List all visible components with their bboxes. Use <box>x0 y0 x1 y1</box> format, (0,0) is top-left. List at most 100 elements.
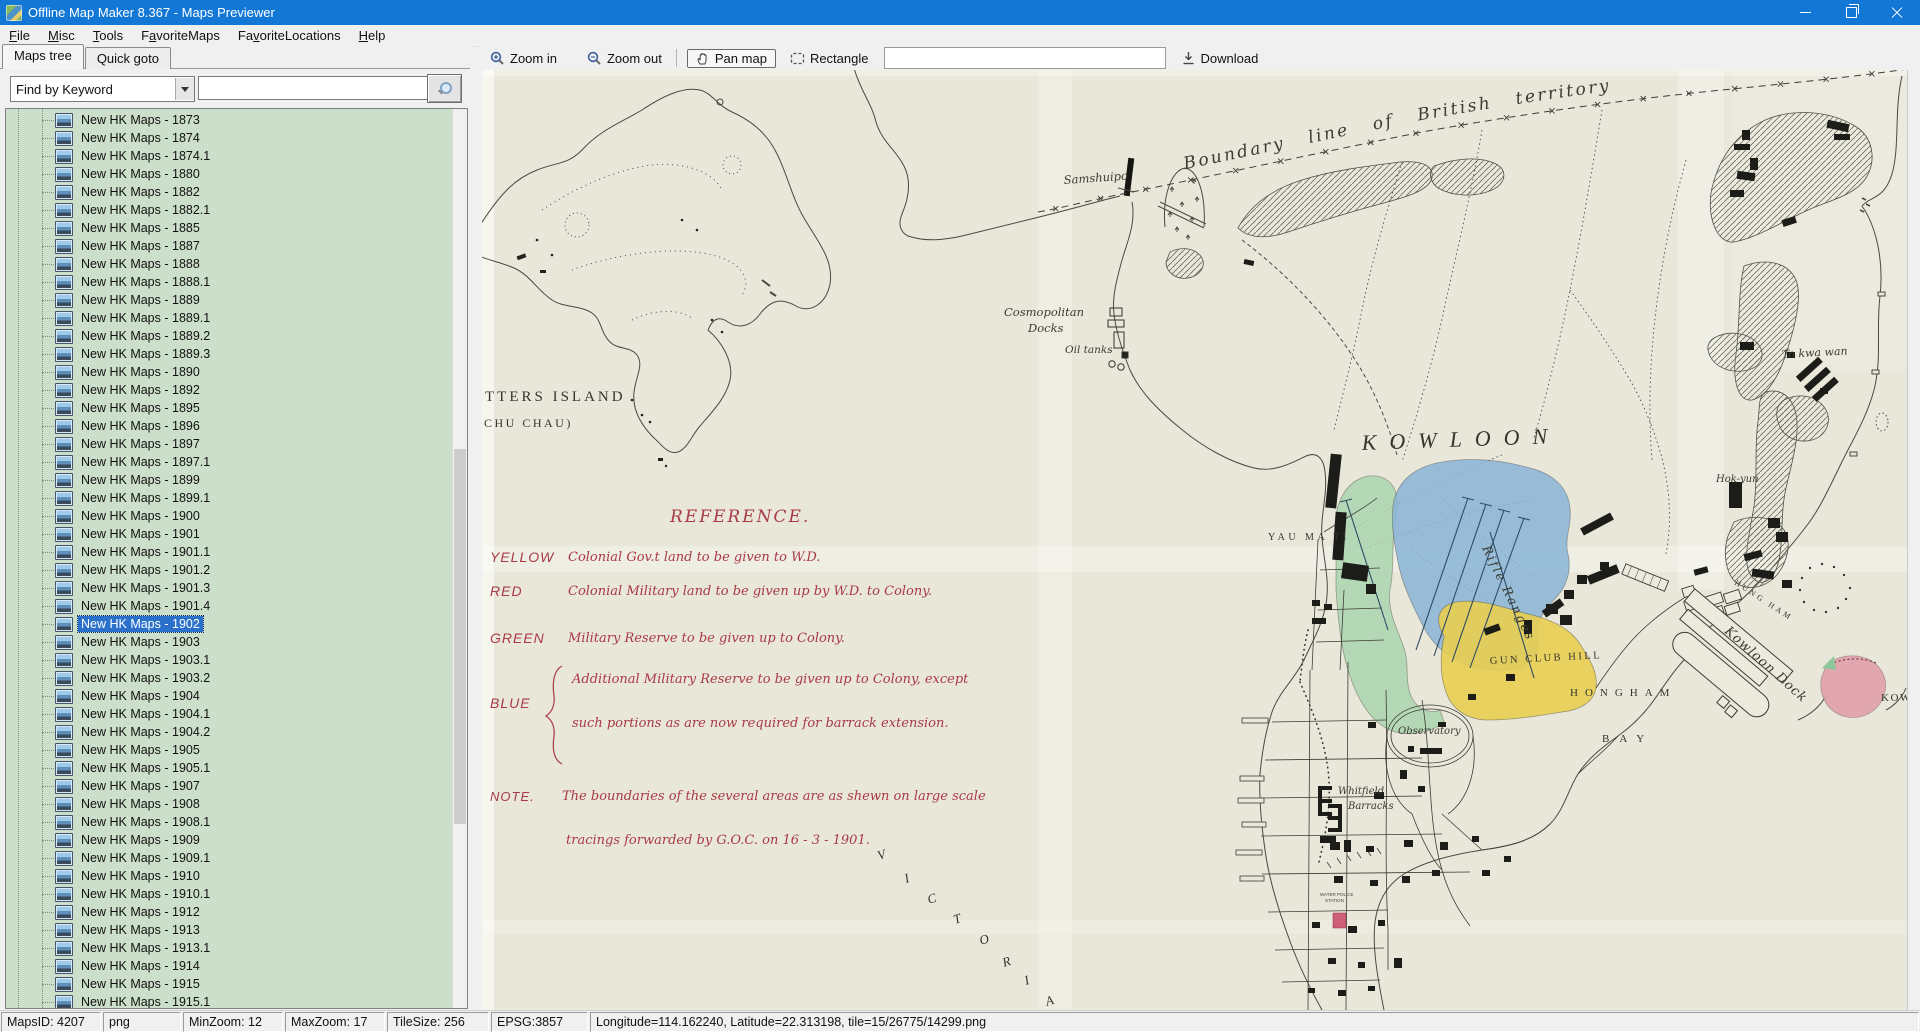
tree-connector <box>42 642 54 643</box>
ref-yellow-key: YELLOW <box>490 549 555 565</box>
tree-connector <box>42 372 54 373</box>
dropdown-button[interactable] <box>175 78 194 100</box>
menu-misc[interactable]: Misc <box>39 26 84 45</box>
tree-item[interactable]: New HK Maps - 1885 <box>6 219 453 237</box>
tree-item[interactable]: New HK Maps - 1899 <box>6 471 453 489</box>
menu-favoritemaps[interactable]: FavoriteMaps <box>132 26 229 45</box>
tree-item[interactable]: New HK Maps - 1873 <box>6 111 453 129</box>
ref-green-key: GREEN <box>490 630 545 646</box>
tree-item[interactable]: New HK Maps - 1896 <box>6 417 453 435</box>
tree-connector <box>42 822 54 823</box>
tree-item[interactable]: New HK Maps - 1888.1 <box>6 273 453 291</box>
map-file-icon <box>55 761 73 776</box>
tree-item[interactable]: New HK Maps - 1913 <box>6 921 453 939</box>
tree-item[interactable]: New HK Maps - 1889 <box>6 291 453 309</box>
label-yau-ma-ti: YAU MA TI <box>1268 532 1350 543</box>
tree-item[interactable]: New HK Maps - 1897 <box>6 435 453 453</box>
map-file-icon <box>55 149 73 164</box>
tree-item[interactable]: New HK Maps - 1901.2 <box>6 561 453 579</box>
map-file-icon <box>55 221 73 236</box>
minimize-button[interactable] <box>1782 0 1828 25</box>
close-button[interactable] <box>1874 0 1920 25</box>
tree-item[interactable]: New HK Maps - 1889.2 <box>6 327 453 345</box>
tab-quick-goto[interactable]: Quick goto <box>85 47 171 69</box>
tree-item[interactable]: New HK Maps - 1874 <box>6 129 453 147</box>
rectangle-button[interactable]: Rectangle <box>784 49 875 68</box>
tab-maps-tree[interactable]: Maps tree <box>2 44 84 69</box>
tree-connector <box>42 408 54 409</box>
tree-item[interactable]: New HK Maps - 1887 <box>6 237 453 255</box>
tree-connector <box>42 966 54 967</box>
tree-item[interactable]: New HK Maps - 1888 <box>6 255 453 273</box>
tree-item[interactable]: New HK Maps - 1889.1 <box>6 309 453 327</box>
tree-item[interactable]: New HK Maps - 1899.1 <box>6 489 453 507</box>
tree-item[interactable]: New HK Maps - 1910.1 <box>6 885 453 903</box>
tree-item[interactable]: New HK Maps - 1914 <box>6 957 453 975</box>
tree-item[interactable]: New HK Maps - 1910 <box>6 867 453 885</box>
find-mode-dropdown[interactable]: Find by Keyword <box>10 76 195 102</box>
tree-connector <box>42 840 54 841</box>
pan-map-button[interactable]: Pan map <box>687 49 776 68</box>
map-file-icon <box>55 293 73 308</box>
download-button[interactable]: Download <box>1176 49 1264 68</box>
tree-item[interactable]: New HK Maps - 1905.1 <box>6 759 453 777</box>
tree-item[interactable]: New HK Maps - 1907 <box>6 777 453 795</box>
tree-connector <box>42 624 54 625</box>
tree-scrollbar-thumb[interactable] <box>454 449 466 824</box>
tree-item[interactable]: New HK Maps - 1915.1 <box>6 993 453 1009</box>
download-name-input[interactable] <box>884 47 1166 69</box>
tree-item[interactable]: New HK Maps - 1908.1 <box>6 813 453 831</box>
tree-item[interactable]: New HK Maps - 1904 <box>6 687 453 705</box>
tree-item-label: New HK Maps - 1901.1 <box>78 544 213 560</box>
tree-item[interactable]: New HK Maps - 1909 <box>6 831 453 849</box>
tree-item[interactable]: New HK Maps - 1912 <box>6 903 453 921</box>
tree-item[interactable]: New HK Maps - 1903.2 <box>6 669 453 687</box>
zoom-out-button[interactable]: Zoom out <box>581 49 668 68</box>
tree-item-label: New HK Maps - 1910 <box>78 868 203 884</box>
ref-note-text-1: The boundaries of the several areas are … <box>562 789 986 804</box>
tree-item[interactable]: New HK Maps - 1882 <box>6 183 453 201</box>
search-input[interactable] <box>198 76 430 100</box>
tree-item[interactable]: New HK Maps - 1897.1 <box>6 453 453 471</box>
map-file-icon <box>55 725 73 740</box>
tree-item[interactable]: New HK Maps - 1901.3 <box>6 579 453 597</box>
tree-connector <box>42 912 54 913</box>
tree-item[interactable]: New HK Maps - 1905 <box>6 741 453 759</box>
tree-item[interactable]: New HK Maps - 1915 <box>6 975 453 993</box>
tree-item[interactable]: New HK Maps - 1909.1 <box>6 849 453 867</box>
tree-item[interactable]: New HK Maps - 1901.1 <box>6 543 453 561</box>
menu-tools[interactable]: Tools <box>84 26 132 45</box>
zoom-in-button[interactable]: Zoom in <box>484 49 563 68</box>
tree-item[interactable]: New HK Maps - 1880 <box>6 165 453 183</box>
tree-item[interactable]: New HK Maps - 1902 <box>6 615 453 633</box>
tree-item[interactable]: New HK Maps - 1901.4 <box>6 597 453 615</box>
map-viewport[interactable]: TTERS ISLAND CHU CHAU) <box>482 70 1907 1010</box>
tree-item[interactable]: New HK Maps - 1874.1 <box>6 147 453 165</box>
tree-item[interactable]: New HK Maps - 1903 <box>6 633 453 651</box>
search-button[interactable] <box>427 74 462 103</box>
tree-item-label: New HK Maps - 1896 <box>78 418 203 434</box>
tree-item[interactable]: New HK Maps - 1908 <box>6 795 453 813</box>
tree-item[interactable]: New HK Maps - 1904.2 <box>6 723 453 741</box>
tree-item[interactable]: New HK Maps - 1890 <box>6 363 453 381</box>
label-oil-tanks: Oil tanks <box>1065 344 1113 356</box>
map-file-icon <box>55 599 73 614</box>
tree-scrollbar[interactable] <box>452 109 467 1008</box>
tree-item[interactable]: New HK Maps - 1900 <box>6 507 453 525</box>
tree-item[interactable]: New HK Maps - 1895 <box>6 399 453 417</box>
menu-file[interactable]: File <box>0 26 39 45</box>
tree-item-label: New HK Maps - 1874.1 <box>78 148 213 164</box>
tree-item[interactable]: New HK Maps - 1903.1 <box>6 651 453 669</box>
tree-item[interactable]: New HK Maps - 1904.1 <box>6 705 453 723</box>
tree-item[interactable]: New HK Maps - 1892 <box>6 381 453 399</box>
tree-item-label: New HK Maps - 1889.3 <box>78 346 213 362</box>
restore-button[interactable] <box>1828 0 1874 25</box>
tree-item[interactable]: New HK Maps - 1913.1 <box>6 939 453 957</box>
tree-item[interactable]: New HK Maps - 1901 <box>6 525 453 543</box>
menu-help[interactable]: Help <box>350 26 395 45</box>
tree-item[interactable]: New HK Maps - 1889.3 <box>6 345 453 363</box>
menu-favoritelocations[interactable]: FavoriteLocations <box>229 26 350 45</box>
map-file-icon <box>55 815 73 830</box>
tree-item[interactable]: New HK Maps - 1882.1 <box>6 201 453 219</box>
title-bar[interactable]: Offline Map Maker 8.367 - Maps Previewer <box>0 0 1920 25</box>
